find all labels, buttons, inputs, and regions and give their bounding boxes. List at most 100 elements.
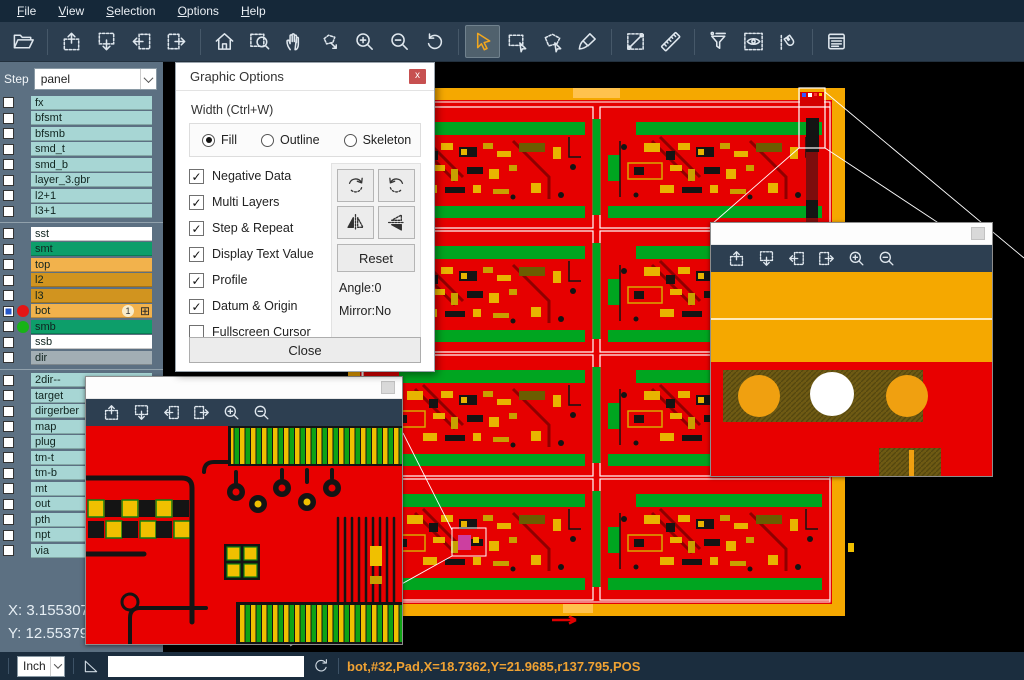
radio-skeleton[interactable]: Skeleton bbox=[344, 133, 412, 147]
checkbox-profile[interactable]: ✓Profile bbox=[189, 267, 331, 293]
pan-up-button[interactable] bbox=[721, 247, 751, 271]
layer-visibility-checkbox[interactable] bbox=[3, 159, 14, 170]
layer-visibility-checkbox[interactable] bbox=[3, 452, 14, 463]
magnifier-view-right[interactable] bbox=[711, 272, 992, 476]
layer-grid-icon[interactable]: ⊞ bbox=[140, 304, 150, 318]
layer-row-top[interactable]: top bbox=[0, 257, 163, 273]
pan-down-button[interactable] bbox=[751, 247, 781, 271]
layer-row-smd-b[interactable]: smd_b bbox=[0, 157, 163, 173]
layer-row-layer-3-gbr[interactable]: layer_3.gbr bbox=[0, 173, 163, 189]
layer-row-dir[interactable]: dir bbox=[0, 350, 163, 366]
zoom-in-button[interactable] bbox=[216, 401, 246, 425]
flip-vertical-button[interactable] bbox=[378, 206, 415, 239]
pan-right-button[interactable] bbox=[811, 247, 841, 271]
layer-visibility-checkbox[interactable] bbox=[3, 190, 14, 201]
close-button[interactable]: Close bbox=[189, 337, 421, 363]
select-polygon-button[interactable] bbox=[535, 25, 570, 58]
measure-distance-button[interactable] bbox=[618, 25, 653, 58]
clean-brush-button[interactable] bbox=[570, 25, 605, 58]
checkbox-negative-data[interactable]: ✓Negative Data bbox=[189, 163, 331, 189]
select-cursor-button[interactable] bbox=[465, 25, 500, 58]
layer-row-bfsmt[interactable]: bfsmt bbox=[0, 111, 163, 127]
open-file-button[interactable] bbox=[6, 25, 41, 58]
menu-item-file[interactable]: File bbox=[6, 0, 47, 22]
window-control-button[interactable] bbox=[381, 381, 395, 394]
layer-visibility-checkbox[interactable] bbox=[3, 113, 14, 124]
checkbox-step-repeat[interactable]: ✓Step & Repeat bbox=[189, 215, 331, 241]
step-select[interactable]: panel bbox=[34, 68, 157, 90]
layer-row-smt[interactable]: smt bbox=[0, 242, 163, 258]
select-rectangle-button[interactable] bbox=[500, 25, 535, 58]
home-view-button[interactable] bbox=[207, 25, 242, 58]
layer-visibility-checkbox[interactable] bbox=[3, 483, 14, 494]
dialog-title-bar[interactable]: Graphic Options x bbox=[176, 63, 434, 91]
magnifier-view-bottom[interactable] bbox=[86, 426, 402, 644]
layer-visibility-checkbox[interactable] bbox=[3, 421, 14, 432]
zoom-out-button[interactable] bbox=[246, 401, 276, 425]
report-panel-button[interactable] bbox=[819, 25, 854, 58]
view-options-button[interactable] bbox=[736, 25, 771, 58]
pan-left-button[interactable] bbox=[124, 25, 159, 58]
layer-visibility-checkbox[interactable] bbox=[3, 545, 14, 556]
checkbox-display-text-value[interactable]: ✓Display Text Value bbox=[189, 241, 331, 267]
layer-row-smb[interactable]: smb bbox=[0, 319, 163, 335]
chevron-down-icon[interactable] bbox=[50, 657, 64, 676]
layer-visibility-checkbox[interactable] bbox=[3, 437, 14, 448]
layer-visibility-checkbox[interactable] bbox=[3, 97, 14, 108]
zoom-previous-button[interactable] bbox=[417, 25, 452, 58]
zoom-out-button[interactable] bbox=[382, 25, 417, 58]
layer-visibility-checkbox[interactable] bbox=[3, 406, 14, 417]
layer-visibility-checkbox[interactable] bbox=[3, 290, 14, 301]
unit-select[interactable]: Inch bbox=[17, 656, 65, 677]
magnifier-window-bottom[interactable] bbox=[85, 376, 403, 645]
window-title-bar[interactable] bbox=[711, 223, 992, 245]
layer-row-bfsmb[interactable]: bfsmb bbox=[0, 126, 163, 142]
checkbox-datum-origin[interactable]: ✓Datum & Origin bbox=[189, 293, 331, 319]
menu-item-selection[interactable]: Selection bbox=[95, 0, 166, 22]
chevron-down-icon[interactable] bbox=[140, 69, 156, 89]
filter-button[interactable] bbox=[701, 25, 736, 58]
reset-button[interactable]: Reset bbox=[337, 244, 415, 272]
layer-visibility-checkbox[interactable] bbox=[3, 530, 14, 541]
command-input[interactable] bbox=[108, 656, 304, 677]
rotate-cw-button[interactable] bbox=[337, 169, 374, 202]
window-control-button[interactable] bbox=[971, 227, 985, 240]
snap-magnet-button[interactable] bbox=[771, 25, 806, 58]
layer-visibility-checkbox[interactable] bbox=[3, 514, 14, 525]
layer-visibility-checkbox[interactable] bbox=[3, 321, 14, 332]
layer-row-l3[interactable]: l3 bbox=[0, 288, 163, 304]
layer-visibility-checkbox[interactable] bbox=[3, 275, 14, 286]
layer-visibility-checkbox[interactable] bbox=[3, 206, 14, 217]
radio-fill[interactable]: Fill bbox=[202, 133, 237, 147]
magnifier-window-right[interactable] bbox=[710, 222, 993, 477]
layer-visibility-checkbox[interactable] bbox=[3, 499, 14, 510]
zoom-in-button[interactable] bbox=[347, 25, 382, 58]
layer-visibility-checkbox[interactable] bbox=[3, 259, 14, 270]
layer-row-ssb[interactable]: ssb bbox=[0, 335, 163, 351]
pan-right-button[interactable] bbox=[159, 25, 194, 58]
layer-row-fx[interactable]: fx bbox=[0, 95, 163, 111]
layer-visibility-checkbox[interactable] bbox=[3, 175, 14, 186]
radio-outline[interactable]: Outline bbox=[261, 133, 320, 147]
rotate-ccw-button[interactable] bbox=[378, 169, 415, 202]
pan-left-button[interactable] bbox=[781, 247, 811, 271]
layer-visibility-checkbox[interactable] bbox=[3, 244, 14, 255]
flip-horizontal-button[interactable] bbox=[337, 206, 374, 239]
close-icon[interactable]: x bbox=[409, 69, 426, 84]
pan-up-button[interactable] bbox=[54, 25, 89, 58]
zoom-in-button[interactable] bbox=[841, 247, 871, 271]
layer-visibility-checkbox[interactable] bbox=[3, 144, 14, 155]
layer-row-l2[interactable]: l2 bbox=[0, 273, 163, 289]
pan-down-button[interactable] bbox=[126, 401, 156, 425]
pan-right-button[interactable] bbox=[186, 401, 216, 425]
layer-row-l2-1[interactable]: l2+1 bbox=[0, 188, 163, 204]
layer-visibility-checkbox[interactable] bbox=[3, 390, 14, 401]
zoom-out-button[interactable] bbox=[871, 247, 901, 271]
layer-visibility-checkbox[interactable] bbox=[3, 228, 14, 239]
layer-visibility-checkbox[interactable] bbox=[3, 306, 14, 317]
pan-left-button[interactable] bbox=[156, 401, 186, 425]
layer-visibility-checkbox[interactable] bbox=[3, 375, 14, 386]
menu-item-view[interactable]: View bbox=[47, 0, 95, 22]
layer-row-smd-t[interactable]: smd_t bbox=[0, 142, 163, 158]
zoom-window-button[interactable] bbox=[242, 25, 277, 58]
